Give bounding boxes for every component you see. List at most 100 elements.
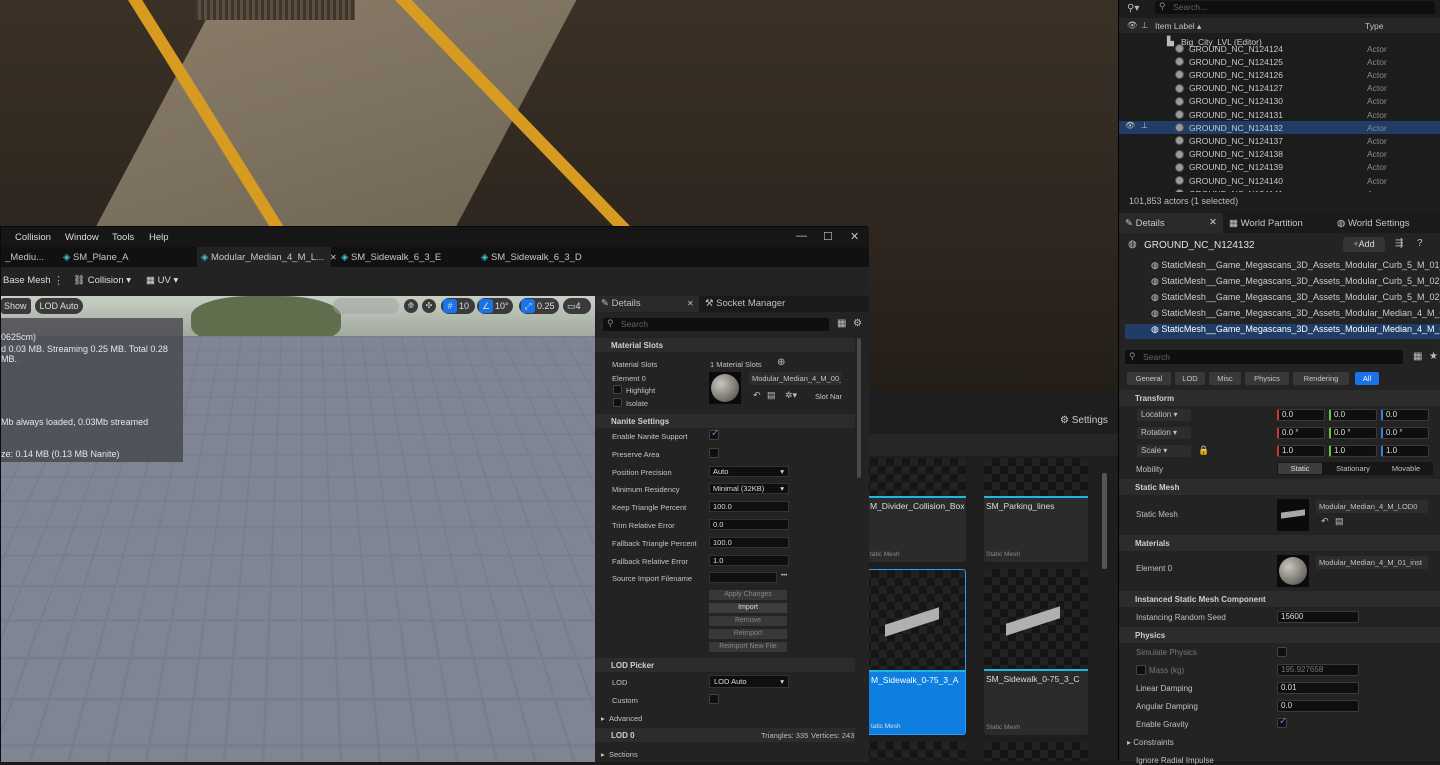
asset-tile[interactable]: SM_Parking_lines Static Mesh	[984, 458, 1088, 562]
close-icon[interactable]: ✕	[330, 253, 337, 262]
mobility-stationary[interactable]: Stationary	[1327, 463, 1379, 474]
filter-general[interactable]: General	[1127, 372, 1171, 385]
remove-button[interactable]: Remove	[709, 616, 787, 626]
sections-row[interactable]: ▸ Sections	[601, 750, 861, 759]
angular-damping-field[interactable]: 0.0	[1277, 700, 1359, 712]
help-icon[interactable]: ?	[1417, 238, 1423, 249]
material-thumbnail[interactable]	[709, 372, 741, 404]
close-icon[interactable]: ✕	[850, 230, 859, 243]
section-physics[interactable]: Physics	[1119, 627, 1440, 643]
browse-icon[interactable]: ▤	[1335, 516, 1344, 527]
gravity-checkbox[interactable]	[1277, 716, 1287, 728]
setting-checkbox[interactable]	[709, 447, 719, 458]
linear-damping-field[interactable]: 0.01	[1277, 682, 1359, 694]
lock-icon[interactable]: 🔒	[1198, 445, 1209, 456]
location-dropdown[interactable]: Location ▾	[1137, 409, 1191, 421]
collision-dropdown[interactable]: ⛓ Collision ▾	[73, 275, 131, 286]
cb-scrollbar[interactable]	[1102, 473, 1107, 569]
outliner-row[interactable]: GROUND_NC_N124138 Actor	[1119, 148, 1440, 161]
slot-name-field[interactable]: Slot Nar	[815, 392, 855, 401]
mass-field[interactable]: 195.927658	[1277, 664, 1359, 676]
use-selected-icon[interactable]: ↶	[1321, 516, 1329, 527]
settings-button[interactable]: ⚙ Settings	[1060, 415, 1108, 426]
outliner-row[interactable]: GROUND_NC_N124125 Actor	[1119, 55, 1440, 68]
filter-lod[interactable]: LOD	[1175, 372, 1205, 385]
rotation-x-field[interactable]: 0.0 °	[1277, 427, 1325, 439]
details-search-input[interactable]: ⚲ Search	[1125, 350, 1403, 364]
outliner-row[interactable]: GROUND_NC_N124131 Actor	[1119, 108, 1440, 121]
blueprint-icon[interactable]: ⇶	[1395, 238, 1403, 249]
location-z-field[interactable]: 0.0	[1381, 409, 1429, 421]
advanced-row[interactable]: ▸ Advanced	[601, 714, 861, 723]
more-icon[interactable]: ⋮	[53, 274, 64, 287]
add-slot-icon[interactable]: ⊕	[777, 357, 785, 368]
tab-asset-2[interactable]: ◈ SM_Plane_A	[63, 247, 128, 267]
outliner-row[interactable]: GROUND_NC_N124141 Actor	[1119, 187, 1440, 192]
material-options-icon[interactable]: ✲▾	[785, 390, 797, 401]
material-thumbnail[interactable]	[1277, 555, 1309, 587]
location-x-field[interactable]: 0.0	[1277, 409, 1325, 421]
surface-snap-icon[interactable]: ⟰	[404, 299, 418, 313]
component-row[interactable]: ◍ StaticMesh__Game_Megascans_3D_Assets_M…	[1125, 292, 1440, 307]
setting-field[interactable]: 0.0	[709, 519, 789, 530]
seed-field[interactable]: 15600	[1277, 611, 1359, 623]
menu-tools[interactable]: Tools	[112, 232, 134, 243]
pin-icon[interactable]: ⊥	[1141, 121, 1148, 130]
section-nanite[interactable]: Nanite Settings	[595, 414, 855, 428]
section-materials[interactable]: Materials	[1119, 535, 1440, 551]
actor-name[interactable]: GROUND_NC_N124132	[1144, 240, 1255, 251]
outliner-row[interactable]: 👁 ⊥ GROUND_NC_N124132 Actor	[1119, 121, 1440, 135]
mesh-thumbnail[interactable]	[1277, 499, 1309, 531]
close-icon[interactable]: ✕	[687, 299, 694, 308]
tab-asset-1[interactable]: _Mediu...	[5, 247, 44, 267]
simulate-physics-checkbox[interactable]	[1277, 647, 1287, 657]
material-picker[interactable]: Modular_Median_4_M_01_inst	[1316, 556, 1428, 569]
base-mesh-button[interactable]: Base Mesh	[3, 275, 51, 286]
highlight-checkbox[interactable]	[613, 385, 622, 394]
scale-dropdown[interactable]: Scale ▾	[1137, 445, 1191, 457]
location-y-field[interactable]: 0.0	[1329, 409, 1377, 421]
lod-combo[interactable]: LOD Auto ▾	[709, 675, 789, 688]
setting-checkbox[interactable]	[709, 428, 719, 440]
filter-icon[interactable]: ⚲▾	[1127, 3, 1139, 14]
asset-tile-selected[interactable]: M_Sidewalk_0-75_3_A tatic Mesh	[862, 569, 966, 735]
scale-y-field[interactable]: 1.0	[1329, 445, 1377, 457]
camera-speed-button[interactable]: ▭4	[563, 298, 591, 314]
tab-world-settings[interactable]: ◍ World Settings	[1337, 213, 1410, 233]
outliner-row[interactable]: GROUND_NC_N124127 Actor	[1119, 82, 1440, 95]
static-mesh-picker[interactable]: Modular_Median_4_M_LOD0	[1316, 500, 1428, 513]
world-space-icon[interactable]: ✣	[422, 299, 436, 313]
transform-mode-group[interactable]	[333, 298, 399, 314]
outliner-row[interactable]: GROUND_NC_N124126 Actor	[1119, 68, 1440, 81]
lod-button[interactable]: LOD Auto	[35, 298, 83, 314]
section-transform[interactable]: Transform	[1119, 390, 1440, 406]
maximize-icon[interactable]: ☐	[823, 230, 833, 243]
reimport-button[interactable]: Reimport	[709, 629, 787, 639]
outliner-row[interactable]: GROUND_NC_N124137 Actor	[1119, 134, 1440, 147]
asset-tile[interactable]: M_Divider_Collision_Box tatic Mesh	[862, 458, 966, 562]
rotation-snap-button[interactable]: ∠ 10°	[477, 298, 513, 314]
reimport-new-file-button[interactable]: Reimport New File	[709, 642, 787, 652]
section-ismc[interactable]: Instanced Static Mesh Component	[1119, 591, 1440, 607]
setting-field[interactable]: 100.0	[709, 501, 789, 513]
star-icon[interactable]: ★	[1429, 351, 1438, 362]
outliner-search-input[interactable]: ⚲ Search...	[1155, 1, 1435, 14]
tab-asset-5[interactable]: ◈ SM_Sidewalk_6_3_D	[481, 247, 582, 267]
asset-tile[interactable]	[862, 742, 966, 761]
tab-socket-manager[interactable]: ⚒ Socket Manager	[705, 298, 785, 309]
gear-icon[interactable]: ⚙	[853, 318, 862, 329]
outliner-row[interactable]: GROUND_NC_N124140 Actor	[1119, 174, 1440, 187]
custom-checkbox[interactable]	[709, 694, 719, 704]
isolate-checkbox[interactable]	[613, 398, 622, 407]
component-row[interactable]: ◍ StaticMesh__Game_Megascans_3D_Assets_M…	[1125, 260, 1440, 275]
outliner-row[interactable]: GROUND_NC_N124139 Actor	[1119, 161, 1440, 174]
component-row[interactable]: ◍ StaticMesh__Game_Megascans_3D_Assets_M…	[1125, 308, 1440, 323]
tab-asset-active[interactable]: ◈ Modular_Median_4_M_L... ✕	[197, 247, 337, 267]
browse-icon[interactable]: ▤	[767, 390, 776, 401]
component-row[interactable]: ◍ StaticMesh__Game_Megascans_3D_Assets_M…	[1125, 324, 1440, 339]
outliner-row[interactable]: GROUND_NC_N124124 Actor	[1119, 42, 1440, 55]
grid-snap-button[interactable]: #10	[441, 298, 475, 314]
constraints-row[interactable]: ▸ Constraints	[1127, 738, 1174, 747]
mobility-movable[interactable]: Movable	[1381, 463, 1431, 474]
column-item-label[interactable]: Item Label ▴	[1155, 21, 1201, 32]
